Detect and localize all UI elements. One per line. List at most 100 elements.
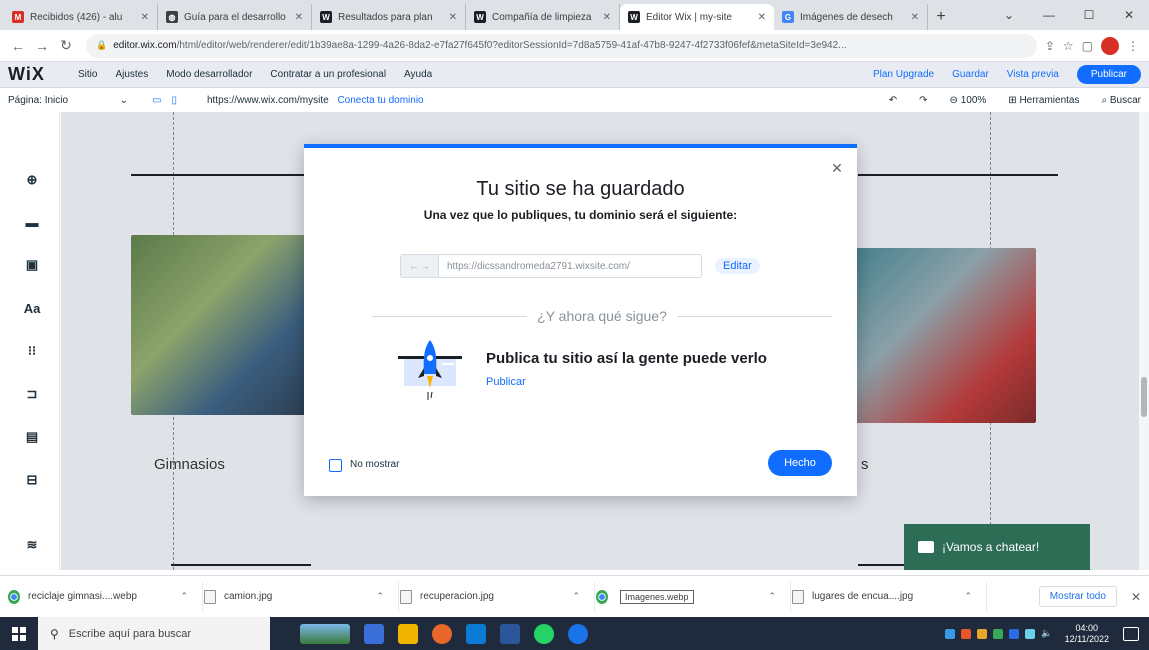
dont-show-checkbox[interactable] — [329, 459, 342, 472]
done-button[interactable]: Hecho — [768, 450, 832, 476]
close-icon[interactable]: ✕ — [829, 160, 845, 176]
outlook-icon[interactable] — [466, 623, 486, 644]
chevron-down-icon[interactable]: ⌄ — [989, 0, 1029, 30]
scrollbar-thumb[interactable] — [1141, 377, 1147, 417]
chevron-up-icon[interactable]: ⌃ — [768, 591, 776, 602]
tools-button[interactable]: ⊞ Herramientas — [1008, 95, 1079, 106]
browser-tab[interactable]: W Compañía de limpieza ✕ — [466, 4, 620, 30]
business-icon[interactable]: ⊐ — [24, 386, 40, 402]
download-item[interactable]: reciclaje gimnasi....webp ⌃ — [8, 581, 203, 612]
close-icon[interactable]: ✕ — [449, 12, 457, 23]
add-elements-icon[interactable]: ⊕ — [24, 172, 40, 188]
theme-icon[interactable]: Aa — [24, 300, 41, 316]
close-icon[interactable]: ✕ — [911, 12, 919, 23]
edit-domain-button[interactable]: Editar — [715, 258, 760, 274]
publish-link[interactable]: Publicar — [486, 376, 526, 388]
menu-item-ajustes[interactable]: Ajustes — [115, 69, 148, 80]
browser-tab[interactable]: ◍ Guía para el desarrollo ✕ — [158, 4, 312, 30]
browser-tab[interactable]: M Recibidos (426) - alu ✕ — [4, 4, 158, 30]
firefox-icon[interactable] — [432, 623, 452, 644]
desktop-icon[interactable]: ▭ — [152, 95, 161, 106]
whatsapp-icon[interactable] — [534, 623, 554, 644]
more-vert-icon[interactable]: ⋮ — [1127, 39, 1139, 53]
download-item[interactable]: recuperacion.jpg ⌃ — [400, 581, 595, 612]
sections-icon[interactable]: ▬ — [24, 214, 40, 230]
preview-link[interactable]: Vista previa — [1007, 69, 1059, 80]
menu-item-ayuda[interactable]: Ayuda — [404, 69, 432, 80]
star-icon[interactable]: ☆ — [1063, 39, 1074, 53]
close-icon[interactable]: ✕ — [141, 12, 149, 23]
forward-arrow-icon[interactable]: → — [30, 34, 54, 58]
right-card-label[interactable]: s — [861, 456, 869, 473]
volume-icon[interactable]: 🔈 — [1041, 628, 1052, 639]
notification-icon[interactable] — [1123, 626, 1139, 641]
upgrade-link[interactable]: Plan Upgrade — [873, 69, 934, 80]
close-icon[interactable]: ✕ — [603, 12, 611, 23]
profile-avatar[interactable] — [1101, 36, 1119, 55]
dont-show-label[interactable]: No mostrar — [350, 459, 399, 470]
system-clock[interactable]: 04:00 12/11/2022 — [1065, 623, 1109, 645]
undo-icon[interactable]: ↶ — [889, 95, 897, 106]
reload-icon[interactable]: ↻ — [54, 34, 78, 58]
close-icon[interactable]: ✕ — [758, 12, 766, 23]
share-icon[interactable]: ⇪ — [1045, 39, 1055, 53]
gym-label[interactable]: Gimnasios — [154, 456, 225, 473]
cleanup-photo[interactable] — [836, 248, 1036, 423]
tray-app-icon[interactable] — [945, 628, 956, 639]
pages-icon[interactable]: ▣ — [24, 257, 40, 273]
publish-button[interactable]: Publicar — [1076, 65, 1141, 84]
canvas-scrollbar[interactable] — [1139, 112, 1149, 570]
chevron-up-icon[interactable]: ⌃ — [180, 591, 188, 602]
browser-tab-active[interactable]: W Editor Wix | my-site ✕ — [620, 4, 774, 30]
redo-icon[interactable]: ↷ — [919, 95, 927, 106]
menu-item-sitio[interactable]: Sitio — [78, 69, 97, 80]
menu-item-hire-pro[interactable]: Contratar a un profesional — [270, 69, 386, 80]
download-item[interactable]: lugares de encua....jpg ⌃ — [792, 581, 987, 612]
file-explorer-icon[interactable] — [398, 623, 418, 644]
download-item[interactable]: camion.jpg ⌃ — [204, 581, 399, 612]
downloads-bar: reciclaje gimnasi....webp ⌃ camion.jpg ⌃… — [0, 575, 1149, 617]
mobile-icon[interactable]: ▯ — [171, 95, 177, 106]
browser-tab[interactable]: W Resultados para plan ✕ — [312, 4, 466, 30]
tray-app-icon[interactable] — [961, 628, 972, 639]
close-icon[interactable]: ✕ — [1131, 590, 1141, 604]
chevron-up-icon[interactable]: ⌃ — [572, 591, 580, 602]
layers-icon[interactable]: ≋ — [24, 537, 40, 553]
network-icon[interactable] — [1025, 628, 1036, 639]
cms-icon[interactable]: ⊟ — [24, 472, 40, 488]
maximize-icon[interactable]: ☐ — [1069, 0, 1109, 30]
windows-start-button[interactable] — [0, 617, 38, 650]
sidepanel-icon[interactable]: ▢ — [1082, 39, 1093, 53]
address-bar[interactable]: 🔒 editor.wix.com /html/editor/web/render… — [86, 33, 1037, 58]
taskbar-search[interactable]: ⚲ Escribe aquí para buscar — [38, 617, 270, 650]
weather-widget-icon[interactable] — [300, 623, 350, 644]
page-selector[interactable]: Página: Inicio ⌄ — [8, 95, 128, 106]
menu-item-dev-mode[interactable]: Modo desarrollador — [166, 69, 252, 80]
chrome-icon[interactable] — [568, 623, 588, 644]
tray-app-icon[interactable] — [993, 628, 1004, 639]
back-arrow-icon[interactable]: ← — [6, 34, 30, 58]
browser-tab[interactable]: G Imágenes de desech ✕ — [774, 4, 928, 30]
chevron-up-icon[interactable]: ⌃ — [376, 591, 384, 602]
connect-domain-link[interactable]: Conecta tu dominio — [337, 95, 423, 106]
close-window-icon[interactable]: ✕ — [1109, 0, 1149, 30]
chat-widget[interactable]: ¡Vamos a chatear! — [904, 524, 1090, 570]
apps-icon[interactable]: ⁝⁝ — [24, 343, 40, 359]
new-tab-button[interactable]: + — [928, 4, 954, 30]
tray-app-icon[interactable] — [977, 628, 988, 639]
close-icon[interactable]: ✕ — [295, 12, 303, 23]
media-icon[interactable]: ▤ — [24, 429, 40, 445]
domain-field: ← → https://dicssandromeda2791.wixsite.c… — [400, 254, 702, 278]
download-item[interactable]: Imagenes.webp ⌃ — [596, 581, 791, 612]
word-icon[interactable] — [500, 623, 520, 644]
chevron-up-icon[interactable]: ⌃ — [964, 591, 972, 602]
recycling-photo[interactable] — [131, 235, 311, 415]
wix-icon: W — [628, 11, 640, 23]
task-view-icon[interactable] — [364, 623, 384, 644]
minimize-icon[interactable]: — — [1029, 0, 1069, 30]
show-all-button[interactable]: Mostrar todo — [1038, 586, 1117, 607]
save-link[interactable]: Guardar — [952, 69, 989, 80]
search-button[interactable]: ⌕ Buscar — [1101, 95, 1141, 106]
zoom-control[interactable]: ⊖ 100% — [950, 95, 987, 106]
tray-app-icon[interactable] — [1009, 628, 1020, 639]
